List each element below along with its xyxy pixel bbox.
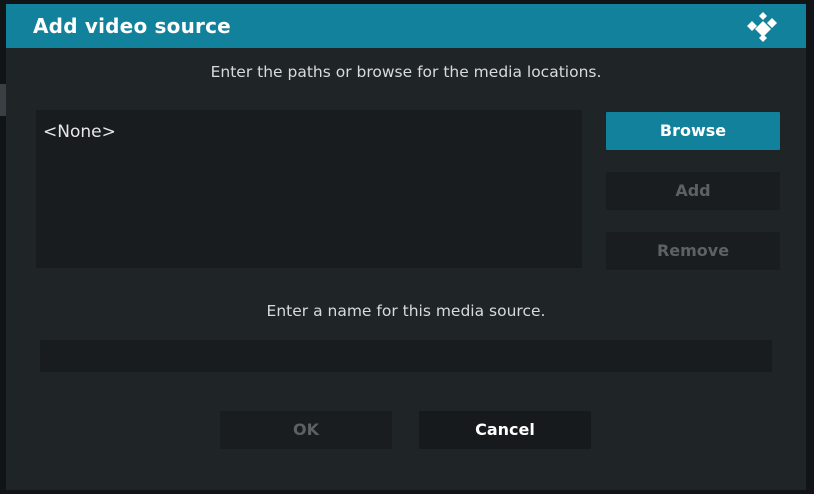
kodi-logo-icon [747,12,777,42]
paths-instruction: Enter the paths or browse for the media … [210,63,602,81]
cancel-button[interactable]: Cancel [419,411,591,449]
remove-button[interactable]: Remove [606,232,780,270]
dialog-title: Add video source [33,14,231,38]
add-source-dialog: Add video source Enter the paths or brow… [6,4,806,490]
dialog-header: Add video source [6,4,806,48]
browse-button[interactable]: Browse [606,112,780,150]
list-item[interactable]: <None> [43,122,116,142]
source-name-field[interactable] [40,340,772,372]
ok-button[interactable]: OK [220,411,392,449]
media-paths-list[interactable]: <None> [36,110,582,268]
add-button[interactable]: Add [606,172,780,210]
name-instruction: Enter a name for this media source. [266,302,546,320]
